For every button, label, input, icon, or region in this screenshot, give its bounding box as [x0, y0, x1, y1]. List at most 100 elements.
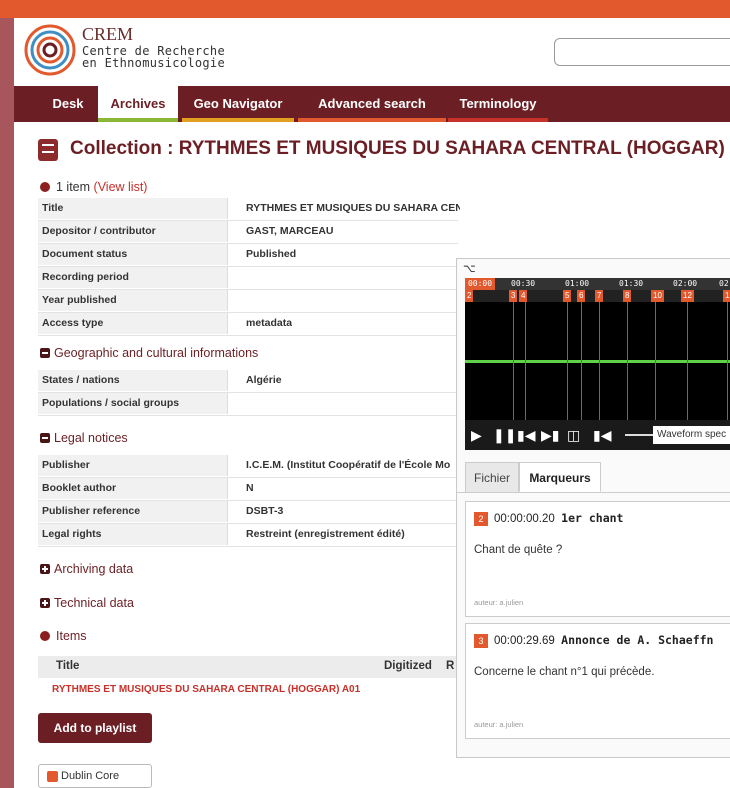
marker-flag[interactable]: 7 [595, 290, 604, 302]
marker-line [581, 302, 582, 420]
field-value: I.C.E.M. (Institut Coopératif de l'École… [246, 459, 451, 471]
waveform-signal [465, 360, 730, 363]
nav-terminology[interactable]: Terminology [448, 86, 548, 122]
table-row: Publisher I.C.E.M. (Institut Coopératif d… [38, 455, 458, 478]
nav-geo-navigator[interactable]: Geo Navigator [182, 86, 294, 122]
marker-number: 2 [474, 512, 488, 526]
nav-desk[interactable]: Desk [40, 86, 96, 122]
field-label: Populations / social groups [38, 393, 228, 414]
dublin-core-button[interactable]: Dublin Core [38, 764, 152, 788]
nav-archives[interactable]: Archives [98, 86, 178, 122]
timeline-label: 00:30 [511, 279, 536, 288]
marker-flag[interactable]: 5 [563, 290, 572, 302]
marker-flag[interactable]: 2 [465, 290, 474, 302]
item-link[interactable]: RYTHMES ET MUSIQUES DU SAHARA CENTRAL (H… [52, 684, 360, 695]
skip-forward-icon[interactable]: ▶▮ [541, 426, 559, 444]
audio-player-panel: ⌥ 00:00 00:30 01:00 01:30 02:00 02:3 2 3… [456, 258, 730, 758]
items-section-header[interactable]: Items [40, 629, 87, 643]
volume-icon[interactable]: ▮◀ [593, 426, 611, 444]
marker-flag[interactable]: 3 [509, 290, 518, 302]
collapse-icon [40, 348, 50, 358]
field-label: Title [38, 198, 228, 219]
geo-table: States / nations Algérie Populations / so… [38, 370, 458, 416]
top-orange-bar [0, 0, 730, 18]
marker-author: auteur: a.julien [474, 598, 524, 607]
pause-icon[interactable]: ❚❚ [493, 426, 516, 444]
marker-time: 00:00:00.20 [494, 513, 555, 525]
technical-section-header[interactable]: Technical data [40, 596, 134, 610]
timeline-label: 02:00 [673, 279, 698, 288]
logo-title: CREM [82, 24, 134, 44]
marker-line [687, 302, 688, 420]
timeline-ruler[interactable]: 00:00 00:30 01:00 01:30 02:00 02:3 [465, 278, 730, 290]
logo-line-2: en Ethnomusicologie [82, 56, 225, 70]
crem-logo-icon[interactable] [24, 24, 76, 76]
key-icon[interactable]: ⌥ [463, 262, 476, 275]
nav-geo-underline [182, 118, 294, 122]
table-row: Booklet author N [38, 478, 458, 501]
marker-line [567, 302, 568, 420]
marker-time: 00:00:29.69 [494, 635, 555, 647]
waveform-select[interactable]: Waveform spec [653, 426, 730, 444]
player-controls: ▶ ❚❚ ▮◀ ▶▮ ◫ ▮◀ Waveform spec [465, 420, 730, 450]
table-row: Populations / social groups [38, 393, 458, 416]
expand-icon [40, 598, 50, 608]
tab-marqueurs[interactable]: Marqueurs [519, 462, 601, 492]
collapse-icon [40, 433, 50, 443]
marker-line [655, 302, 656, 420]
nav-terminology-underline [448, 118, 548, 122]
marker-flag[interactable]: 8 [623, 290, 632, 302]
info-bullet-icon [40, 182, 50, 192]
field-value: Published [246, 248, 297, 260]
marker-flag[interactable]: 10 [651, 290, 664, 302]
field-label: Document status [38, 244, 228, 265]
table-row: Access type metadata [38, 313, 458, 336]
nav-terminology-label: Terminology [459, 96, 537, 111]
nav-advanced-search[interactable]: Advanced search [298, 86, 446, 122]
play-icon[interactable]: ▶ [471, 426, 482, 444]
geo-section-header[interactable]: Geographic and cultural informations [40, 346, 258, 360]
table-row: Depositor / contributor GAST, MARCEAU [38, 221, 458, 244]
add-marker-icon[interactable]: ◫ [567, 426, 580, 444]
archiving-section-header[interactable]: Archiving data [40, 562, 133, 576]
volume-slider[interactable] [625, 434, 655, 436]
items-count: 1 item [56, 180, 91, 194]
waveform-display[interactable] [465, 302, 730, 420]
marker-card[interactable]: 2 00:00:00.20 1er chant Chant de quête ?… [465, 501, 730, 617]
marker-number: 3 [474, 634, 488, 648]
field-label: Publisher [38, 455, 228, 476]
archiving-heading: Archiving data [54, 562, 134, 576]
general-info-table: Title RYTHMES ET MUSIQUES DU SAHARA CENTR… [38, 198, 460, 336]
table-row: Year published [38, 290, 458, 313]
add-to-playlist-button[interactable]: Add to playlist [38, 713, 152, 743]
marker-line [627, 302, 628, 420]
marker-bar: 2 3 4 5 6 7 8 10 12 1 [465, 290, 730, 302]
field-label: Publisher reference [38, 501, 228, 522]
field-value: Restreint (enregistrement édité) [246, 528, 405, 540]
marker-card[interactable]: 3 00:00:29.69 Annonce de A. Schaeffn Con… [465, 623, 730, 739]
view-list-link[interactable]: (View list) [94, 180, 148, 194]
timeline-label: 01:30 [619, 279, 644, 288]
marker-flag[interactable]: 1 [723, 290, 730, 302]
field-value: DSBT-3 [246, 505, 284, 517]
dublin-core-label: Dublin Core [61, 770, 120, 782]
table-row: States / nations Algérie [38, 370, 458, 393]
marker-flag[interactable]: 6 [577, 290, 586, 302]
col-digitized: Digitized [384, 660, 432, 672]
skip-back-icon[interactable]: ▮◀ [517, 426, 535, 444]
marker-line [513, 302, 514, 420]
marker-flag[interactable]: 12 [681, 290, 694, 302]
nav-desk-label: Desk [52, 96, 84, 111]
legal-section-header[interactable]: Legal notices [40, 431, 128, 445]
field-label: States / nations [38, 370, 228, 391]
marker-heading: 00:00:29.69 Annonce de A. Schaeffn [494, 633, 713, 647]
marker-flag[interactable]: 4 [519, 290, 528, 302]
tab-fichier[interactable]: Fichier [465, 462, 519, 492]
nav-advanced-underline [298, 118, 446, 122]
search-input[interactable] [554, 38, 730, 66]
items-bullet-icon [40, 631, 50, 641]
nav-archives-label: Archives [110, 96, 166, 111]
timeline-label: 02:3 [719, 279, 730, 288]
player-tabs: Fichier Marqueurs [457, 462, 730, 493]
field-label: Depositor / contributor [38, 221, 228, 242]
